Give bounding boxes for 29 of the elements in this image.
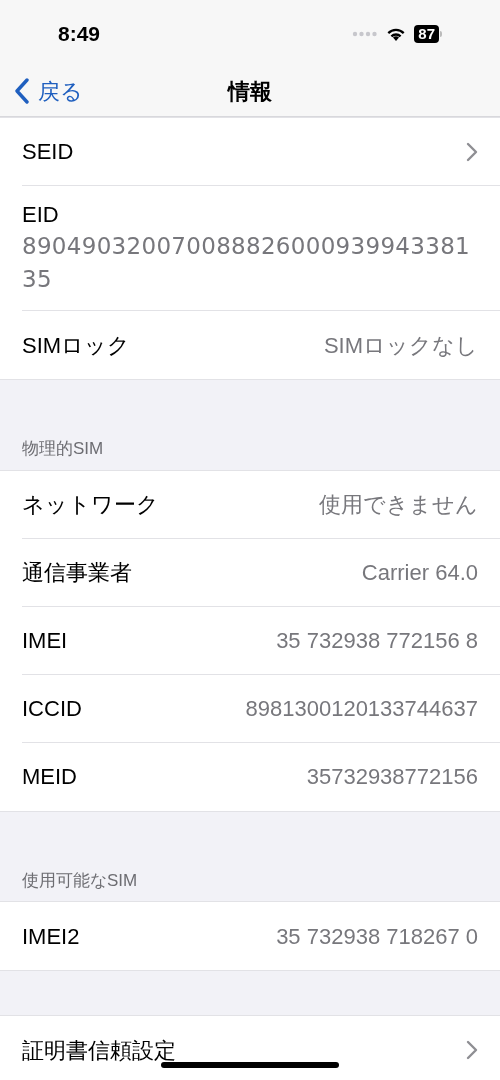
row-label: IMEI2 xyxy=(22,922,80,951)
chevron-icon xyxy=(466,1040,478,1060)
row-value: SIMロックなし xyxy=(323,331,478,360)
row-value: Carrier 64.0 xyxy=(361,558,478,587)
row-label: MEID xyxy=(22,763,77,791)
back-button[interactable]: 戻る xyxy=(0,74,83,108)
row-label: EID xyxy=(22,201,60,229)
chevron-icon xyxy=(466,141,478,162)
row-value: 35732938772156 xyxy=(306,763,478,791)
row-label: SEID xyxy=(22,138,74,166)
section-header: 使用可能なSIM xyxy=(22,870,138,890)
signal-icon xyxy=(352,31,379,37)
row-label: ネットワーク xyxy=(22,490,159,519)
row-label: 証明書信頼設定 xyxy=(22,1036,176,1065)
row-value: 35 732938 772156 8 xyxy=(276,626,478,655)
row-label: 通信事業者 xyxy=(22,558,132,587)
status-time: 8:49 xyxy=(58,21,101,48)
row-label: SIMロック xyxy=(22,331,131,360)
row-label: IMEI xyxy=(22,626,68,655)
row-value: 35 732938 718267 0 xyxy=(276,922,478,951)
row-value: 89049032007008882600093994338135 xyxy=(22,232,471,294)
row-value: 使用できません xyxy=(319,490,478,519)
wifi-icon xyxy=(386,26,407,42)
back-chevron-icon xyxy=(14,78,30,104)
page-title: 情報 xyxy=(228,77,272,106)
battery-level: 87 xyxy=(414,25,439,43)
row-value: 8981300120133744637 xyxy=(245,694,478,723)
section-header: 物理的SIM xyxy=(22,439,104,458)
row-label: ICCID xyxy=(22,694,82,723)
